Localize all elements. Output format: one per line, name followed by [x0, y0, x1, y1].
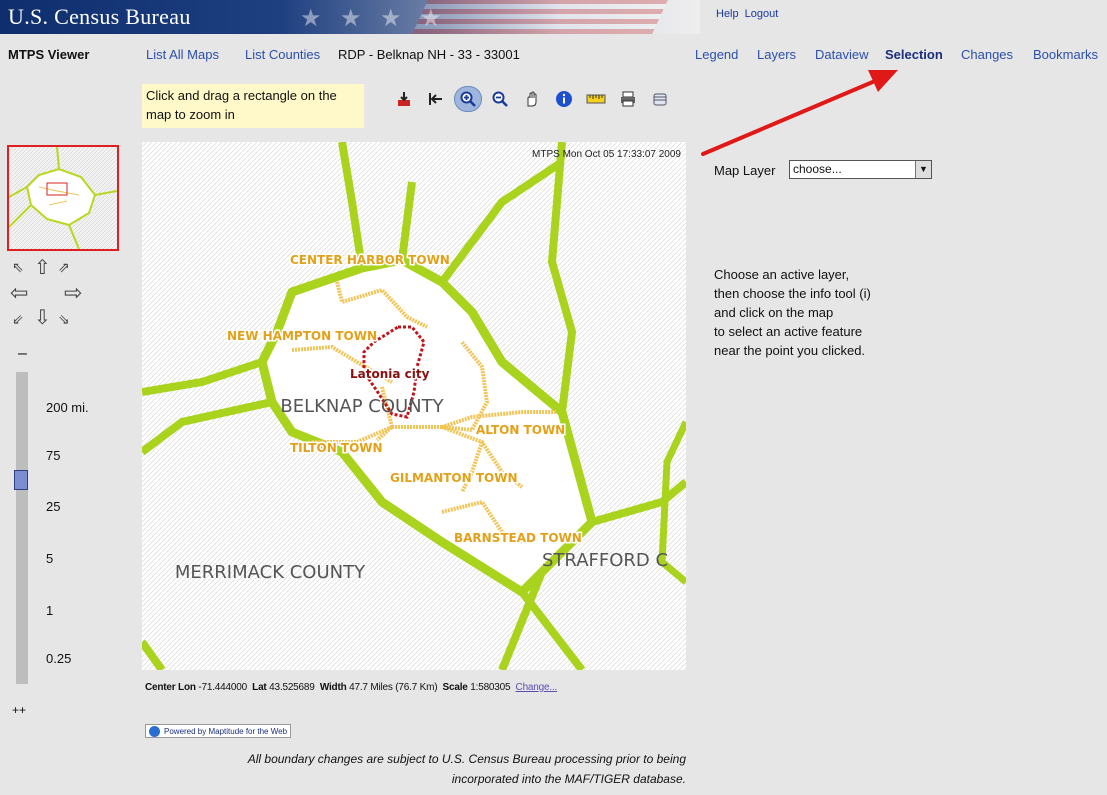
tool-hint: Click and drag a rectangle on the map to…: [142, 84, 364, 128]
map-layer-select[interactable]: choose... ▼: [789, 160, 932, 179]
header-banner: ★ ★ ★ ★ U.S. Census Bureau: [0, 0, 700, 34]
zoom-slider-track[interactable]: [16, 372, 28, 684]
overview-map[interactable]: [7, 145, 119, 251]
top-links: Help Logout: [716, 8, 784, 20]
print-icon[interactable]: [614, 86, 642, 112]
pan-northwest-icon[interactable]: ⇖: [12, 260, 24, 274]
city-label: Latonia city: [350, 367, 430, 381]
help-link[interactable]: Help: [716, 8, 739, 20]
zoom-slider-thumb[interactable]: [14, 470, 28, 490]
zoom-level-label[interactable]: 25: [46, 499, 60, 514]
pan-west-icon[interactable]: ⇦: [10, 282, 28, 304]
county-label: BELKNAP COUNTY: [280, 396, 444, 417]
change-scale-link[interactable]: Change...: [516, 682, 558, 693]
logout-link[interactable]: Logout: [745, 8, 779, 20]
map-info: Center Lon -71.444000 Lat 43.525689 Widt…: [145, 682, 557, 693]
measure-icon[interactable]: [582, 86, 610, 112]
center-lon-label: Center Lon: [145, 682, 196, 693]
zoom-level-label[interactable]: 0.25: [46, 651, 71, 666]
powered-by-text: Powered by Maptitude for the Web: [164, 726, 288, 736]
town-label: CENTER HARBOR TOWN: [290, 253, 450, 267]
star-icon: ★: [340, 5, 362, 32]
zoom-level-label[interactable]: 1: [46, 603, 53, 618]
pan-east-icon[interactable]: ⇨: [64, 282, 82, 304]
scale-value: 1:580305: [470, 682, 511, 693]
site-title: U.S. Census Bureau: [8, 4, 191, 29]
export-icon[interactable]: [390, 86, 418, 112]
town-label: TILTON TOWN: [290, 441, 383, 455]
star-icon: ★: [300, 5, 322, 32]
powered-by-badge[interactable]: Powered by Maptitude for the Web: [145, 724, 292, 738]
app-name: MTPS Viewer: [8, 47, 90, 62]
tab-legend[interactable]: Legend: [695, 47, 738, 62]
instruction-line: and click on the map: [714, 305, 834, 320]
list-all-maps-link[interactable]: List All Maps: [146, 47, 219, 62]
star-icon: ★: [380, 5, 402, 32]
map-toolbar: [390, 86, 674, 112]
disclaimer-line: incorporated into the MAF/TIGER database…: [451, 772, 686, 786]
instruction-line: near the point you clicked.: [714, 343, 866, 358]
tab-changes[interactable]: Changes: [961, 47, 1013, 62]
back-icon[interactable]: [422, 86, 450, 112]
zoom-out-button[interactable]: –: [18, 345, 27, 363]
town-label: NEW HAMPTON TOWN: [227, 329, 377, 343]
lat-label: Lat: [252, 682, 267, 693]
instruction-line: then choose the info tool (i): [714, 286, 871, 301]
pan-northeast-icon[interactable]: ⇗: [58, 260, 70, 274]
zoom-out-icon[interactable]: [486, 86, 514, 112]
disclaimer: All boundary changes are subject to U.S.…: [150, 749, 686, 789]
map-timestamp: MTPS Mon Oct 05 17:33:07 2009: [532, 149, 681, 160]
pan-south-icon[interactable]: ⇩: [34, 308, 51, 328]
lat-value: 43.525689: [269, 682, 315, 693]
town-label: ALTON TOWN: [476, 423, 565, 437]
pan-control: ⇖ ⇧ ⇗ ⇦ ⇨ ⇙ ⇩ ⇘: [10, 258, 90, 330]
pan-southeast-icon[interactable]: ⇘: [58, 312, 70, 326]
selection-instructions: Choose an active layer, then choose the …: [714, 265, 871, 360]
main-map[interactable]: MTPS Mon Oct 05 17:33:07 2009 BELKNAP CO…: [142, 142, 686, 670]
scale-label: Scale: [442, 682, 468, 693]
info-icon[interactable]: [550, 86, 578, 112]
database-icon[interactable]: [646, 86, 674, 112]
county-label: STRAFFORD C: [542, 550, 668, 571]
pan-north-icon[interactable]: ⇧: [34, 258, 51, 278]
width-label: Width: [319, 682, 347, 693]
globe-icon: [149, 725, 160, 737]
zoom-in-icon[interactable]: [454, 86, 482, 112]
map-layer-value: choose...: [793, 162, 842, 176]
chevron-down-icon[interactable]: ▼: [915, 161, 931, 178]
star-icon: ★: [420, 5, 442, 32]
county-label: MERRIMACK COUNTY: [175, 562, 366, 583]
nav-bar: MTPS Viewer List All Maps List Counties …: [0, 44, 1107, 66]
town-label: BARNSTEAD TOWN: [454, 531, 582, 545]
flag-stripes: [412, 0, 668, 34]
map-layer-label: Map Layer: [714, 163, 776, 178]
center-lon-value: -71.444000: [198, 682, 247, 693]
pan-hand-icon[interactable]: [518, 86, 546, 112]
town-label: GILMANTON TOWN: [390, 471, 518, 485]
list-counties-link[interactable]: List Counties: [245, 47, 320, 62]
breadcrumb: RDP - Belknap NH - 33 - 33001: [338, 47, 520, 62]
zoom-level-label[interactable]: 75: [46, 448, 60, 463]
width-value: 47.7 Miles (76.7 Km): [349, 682, 438, 693]
disclaimer-line: All boundary changes are subject to U.S.…: [247, 752, 686, 766]
tab-layers[interactable]: Layers: [757, 47, 796, 62]
tab-selection[interactable]: Selection: [885, 47, 943, 62]
tab-bookmarks[interactable]: Bookmarks: [1033, 47, 1098, 62]
pan-southwest-icon[interactable]: ⇙: [12, 312, 24, 326]
instruction-line: Choose an active layer,: [714, 267, 850, 282]
zoom-level-label[interactable]: 200 mi.: [46, 400, 89, 415]
zoom-in-button[interactable]: ++: [12, 703, 26, 717]
instruction-line: to select an active feature: [714, 324, 863, 339]
tab-dataview[interactable]: Dataview: [815, 47, 868, 62]
zoom-level-label[interactable]: 5: [46, 551, 53, 566]
